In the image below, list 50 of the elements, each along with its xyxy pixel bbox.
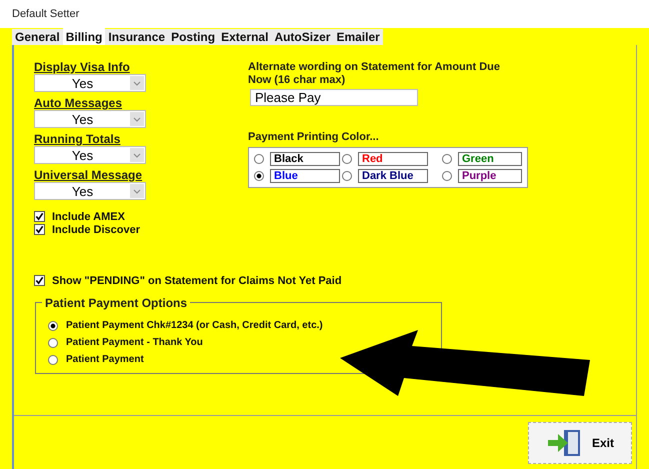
- color-name: Blue: [270, 169, 340, 183]
- radio-button[interactable]: [342, 154, 352, 164]
- door-arrow-icon: [546, 428, 582, 456]
- color-name: Black: [270, 152, 340, 166]
- tab[interactable]: Billing: [62, 28, 106, 45]
- tab[interactable]: General: [12, 29, 63, 45]
- dropdown[interactable]: Yes: [34, 182, 146, 200]
- caret-icon: [130, 184, 144, 198]
- tab[interactable]: Posting: [168, 29, 218, 45]
- radio-label: Patient Payment Chk#1234 (or Cash, Credit Card, etc.): [66, 320, 323, 331]
- exit-button[interactable]: Exit: [528, 422, 632, 464]
- input-field[interactable]: Please Pay: [250, 89, 418, 106]
- tab[interactable]: Emailer: [333, 29, 383, 45]
- radio-button[interactable]: [254, 171, 264, 181]
- section-label: Payment Printing Color...: [248, 131, 379, 143]
- window-title: Default Setter: [12, 8, 80, 20]
- radio-button[interactable]: [442, 171, 452, 181]
- group-title: Patient Payment Options: [42, 296, 190, 310]
- radio-button[interactable]: [254, 154, 264, 164]
- checkbox-label: Include AMEX: [52, 210, 125, 222]
- dropdown[interactable]: Yes: [34, 74, 146, 92]
- radio-button[interactable]: [342, 171, 352, 181]
- dropdown-label: Running Totals: [34, 133, 120, 146]
- color-name: Green: [458, 152, 522, 166]
- color-name: Red: [358, 152, 428, 166]
- dropdown-label: Universal Message: [34, 169, 142, 182]
- color-name: Dark Blue: [358, 169, 428, 183]
- radio-button[interactable]: [48, 338, 58, 348]
- tab[interactable]: AutoSizer: [271, 29, 334, 45]
- caret-icon: [130, 112, 144, 126]
- checkbox-label: Include Discover: [52, 224, 140, 236]
- color-name: Purple: [458, 169, 522, 183]
- tab[interactable]: Insurance: [105, 29, 168, 45]
- radio-button[interactable]: [442, 154, 452, 164]
- dropdown-label: Display Visa Info: [34, 61, 130, 74]
- dropdown-label: Auto Messages: [34, 97, 122, 110]
- tab[interactable]: External: [218, 29, 272, 45]
- checkbox[interactable]: [34, 275, 45, 286]
- checkbox[interactable]: [34, 224, 45, 235]
- radio-label: Patient Payment - Thank You: [66, 337, 203, 348]
- checkbox[interactable]: [34, 211, 45, 222]
- caret-icon: [130, 148, 144, 162]
- dropdown[interactable]: Yes: [34, 146, 146, 164]
- radio-button[interactable]: [48, 354, 58, 364]
- radio-button[interactable]: [48, 320, 58, 330]
- field-label: Alternate wording on Statement for Amount Due Now (16 char max): [248, 61, 501, 87]
- radio-label: Patient Payment: [66, 354, 144, 365]
- dropdown[interactable]: Yes: [34, 110, 146, 128]
- checkbox-label: Show "PENDING" on Statement for Claims Not Yet Paid: [52, 274, 342, 286]
- caret-icon: [130, 76, 144, 90]
